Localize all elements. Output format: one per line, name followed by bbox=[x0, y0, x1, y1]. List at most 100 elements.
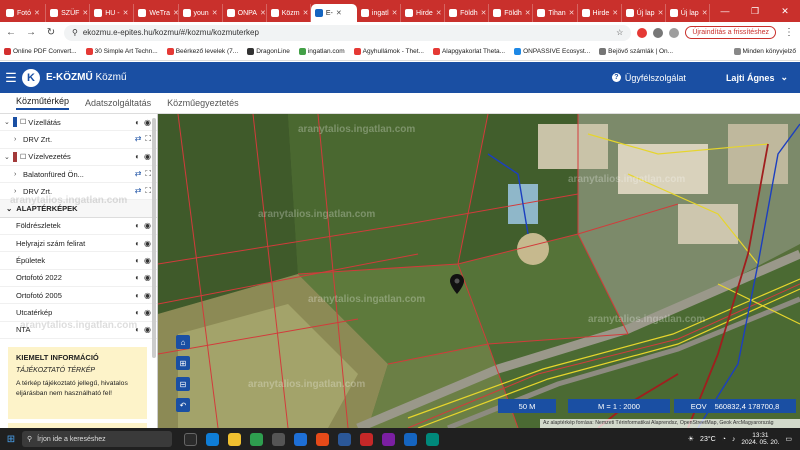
close-tab-icon[interactable]: ✕ bbox=[123, 9, 129, 17]
base-layer-item[interactable]: Helyrajzi szám felirat ◐ ◉ bbox=[0, 235, 157, 253]
opacity-icon[interactable]: ◐ bbox=[135, 256, 140, 265]
notifications-icon[interactable]: ▭ bbox=[785, 435, 792, 443]
bookmark-item[interactable]: DragonLine bbox=[247, 48, 290, 55]
chevron-right-icon[interactable]: › bbox=[14, 188, 23, 195]
scale-ratio[interactable]: M = 1 : 2000 bbox=[568, 399, 670, 413]
layer-group[interactable]: ⌄ ☐ Vízelvezetés ◐ ◉ bbox=[0, 149, 157, 166]
checkbox-icon[interactable]: ☐ bbox=[20, 118, 26, 126]
browser-tab[interactable]: Földh ✕ bbox=[489, 4, 534, 22]
home-extent-button[interactable]: ⌂ bbox=[176, 335, 190, 349]
eye-icon[interactable]: ◉ bbox=[144, 291, 151, 300]
chevron-right-icon[interactable]: › bbox=[14, 171, 23, 178]
task-view-icon[interactable] bbox=[184, 432, 197, 446]
zoom-in-button[interactable]: ⊞ bbox=[176, 356, 190, 370]
weather-icon[interactable]: ☀ bbox=[688, 435, 694, 443]
close-tab-icon[interactable]: ✕ bbox=[658, 9, 664, 17]
bookmark-item[interactable]: Agyhullámok - Thet... bbox=[353, 48, 424, 55]
chrome-icon[interactable] bbox=[316, 432, 329, 446]
back-extent-button[interactable]: ↶ bbox=[176, 398, 190, 412]
eye-icon[interactable]: ◉ bbox=[144, 256, 151, 265]
expand-icon[interactable]: ⛶ bbox=[145, 134, 151, 144]
browser-tab[interactable]: ONPA ✕ bbox=[223, 4, 267, 22]
browser-tab[interactable]: E- ✕ bbox=[310, 4, 357, 22]
close-tab-icon[interactable]: ✕ bbox=[212, 9, 218, 17]
close-window-icon[interactable]: ✕ bbox=[770, 6, 800, 17]
browser-tab[interactable]: SZÜF ✕ bbox=[46, 4, 91, 22]
app-icon[interactable] bbox=[426, 432, 439, 446]
bookmark-item[interactable]: Beérkező levelek (7... bbox=[166, 48, 238, 55]
bookmark-item[interactable]: Alapgyakorlat Theta... bbox=[432, 48, 505, 55]
close-tab-icon[interactable]: ✕ bbox=[569, 9, 575, 17]
browser-tab[interactable]: youn ✕ bbox=[179, 4, 223, 22]
bookmark-folder-other[interactable]: Minden könyvjelző bbox=[733, 48, 796, 55]
browser-tab[interactable]: Tihan ✕ bbox=[533, 4, 578, 22]
close-tab-icon[interactable]: ✕ bbox=[82, 9, 88, 17]
close-tab-icon[interactable]: ✕ bbox=[525, 9, 531, 17]
layer-item[interactable]: › DRV Zrt. ⇄ ⛶ bbox=[0, 131, 157, 149]
eye-icon[interactable]: ◉ bbox=[144, 273, 151, 282]
site-info-icon[interactable]: ⚲ bbox=[72, 28, 78, 37]
user-menu[interactable]: Lajti Ágnes ⌄ bbox=[726, 72, 788, 83]
close-tab-icon[interactable]: ✕ bbox=[260, 9, 266, 17]
share-icon[interactable]: ⇄ bbox=[135, 186, 142, 196]
tab-kozmuegyeztetes[interactable]: Közműegyeztetés bbox=[167, 98, 239, 108]
bookmark-item[interactable]: 30 Simple Art Techn... bbox=[85, 48, 158, 55]
eye-icon[interactable]: ◉ bbox=[144, 118, 151, 127]
base-layer-item[interactable]: Földrészletek ◐ ◉ bbox=[0, 218, 157, 236]
clock[interactable]: 13:31 2024. 05. 20. bbox=[741, 432, 779, 447]
browser-tab[interactable]: Hirde ✕ bbox=[578, 4, 622, 22]
close-tab-icon[interactable]: ✕ bbox=[702, 9, 708, 17]
browser-tab[interactable]: Földh ✕ bbox=[445, 4, 490, 22]
file-explorer-icon[interactable] bbox=[228, 432, 241, 446]
tab-kozmuterkep[interactable]: Közműtérkép bbox=[16, 96, 70, 110]
bookmark-item[interactable]: ONPASSIVE Ecosyst... bbox=[514, 48, 590, 55]
base-maps-header[interactable]: ⌄ ALAPTÉRKÉPEK bbox=[0, 200, 157, 218]
pdf-icon[interactable] bbox=[360, 432, 373, 446]
windows-start-icon[interactable]: ⊞ bbox=[0, 434, 22, 445]
extensions-puzzle-icon[interactable] bbox=[653, 27, 664, 38]
eye-icon[interactable]: ◉ bbox=[144, 308, 151, 317]
sidebar-scrollbar[interactable] bbox=[152, 118, 156, 358]
base-layer-item[interactable]: Épületek ◐ ◉ bbox=[0, 252, 157, 270]
chevron-down-icon[interactable]: ⌄ bbox=[4, 118, 13, 126]
eye-icon[interactable]: ◉ bbox=[144, 221, 151, 230]
zoom-out-button[interactable]: ⊟ bbox=[176, 377, 190, 391]
opacity-icon[interactable]: ◐ bbox=[135, 308, 140, 317]
star-icon[interactable]: ☆ bbox=[616, 28, 623, 37]
base-layer-item[interactable]: Utcatérkép ◐ ◉ bbox=[0, 304, 157, 322]
opacity-icon[interactable]: ◐ bbox=[135, 273, 140, 282]
expand-icon[interactable]: ⛶ bbox=[145, 169, 151, 179]
help-link[interactable]: ? Ügyfélszolgálat bbox=[611, 73, 686, 83]
excel-icon[interactable] bbox=[250, 432, 263, 446]
volume-icon[interactable]: ♪ bbox=[732, 436, 736, 443]
browser-tab[interactable]: Új lap ✕ bbox=[666, 4, 710, 22]
opacity-icon[interactable]: ◐ bbox=[135, 152, 140, 161]
browser-tab[interactable]: Új lap ✕ bbox=[622, 4, 666, 22]
close-tab-icon[interactable]: ✕ bbox=[34, 9, 40, 17]
base-layer-item[interactable]: NTA ◐ ◉ bbox=[0, 322, 157, 339]
store-icon[interactable] bbox=[272, 432, 285, 446]
eye-icon[interactable]: ◉ bbox=[144, 239, 151, 248]
base-layer-item[interactable]: Ortofotó 2005 ◐ ◉ bbox=[0, 287, 157, 305]
browser-tab[interactable]: Hirde ✕ bbox=[401, 4, 446, 22]
opacity-icon[interactable]: ◐ bbox=[135, 325, 140, 334]
back-icon[interactable]: ← bbox=[4, 27, 18, 38]
checkbox-icon[interactable]: ☐ bbox=[20, 153, 26, 161]
minimize-icon[interactable]: — bbox=[710, 6, 740, 17]
bookmark-item[interactable]: ingatlan.com bbox=[298, 48, 345, 55]
reload-icon[interactable]: ↻ bbox=[44, 27, 58, 38]
aerial-map[interactable] bbox=[158, 114, 800, 428]
close-tab-icon[interactable]: ✕ bbox=[481, 9, 487, 17]
map-pin-icon[interactable] bbox=[450, 274, 464, 294]
share-icon[interactable]: ⇄ bbox=[135, 134, 142, 144]
layer-item[interactable]: › Balatonfüred Ön... ⇄ ⛶ bbox=[0, 166, 157, 184]
browser-tab[interactable]: ingatl ✕ bbox=[357, 4, 402, 22]
share-icon[interactable]: ⇄ bbox=[135, 169, 142, 179]
close-tab-icon[interactable]: ✕ bbox=[436, 9, 442, 17]
opacity-icon[interactable]: ◐ bbox=[135, 221, 140, 230]
url-text[interactable]: ekozmu.e-epites.hu/kozmu/#/kozmu/kozmute… bbox=[83, 28, 611, 37]
chevron-down-icon[interactable]: ⌄ bbox=[4, 153, 13, 161]
bookmark-item[interactable]: Online PDF Convert... bbox=[4, 48, 77, 55]
wifi-icon[interactable]: ◔ bbox=[722, 436, 726, 443]
url-input[interactable]: ⚲ ekozmu.e-epites.hu/kozmu/#/kozmu/kozmu… bbox=[64, 24, 632, 41]
